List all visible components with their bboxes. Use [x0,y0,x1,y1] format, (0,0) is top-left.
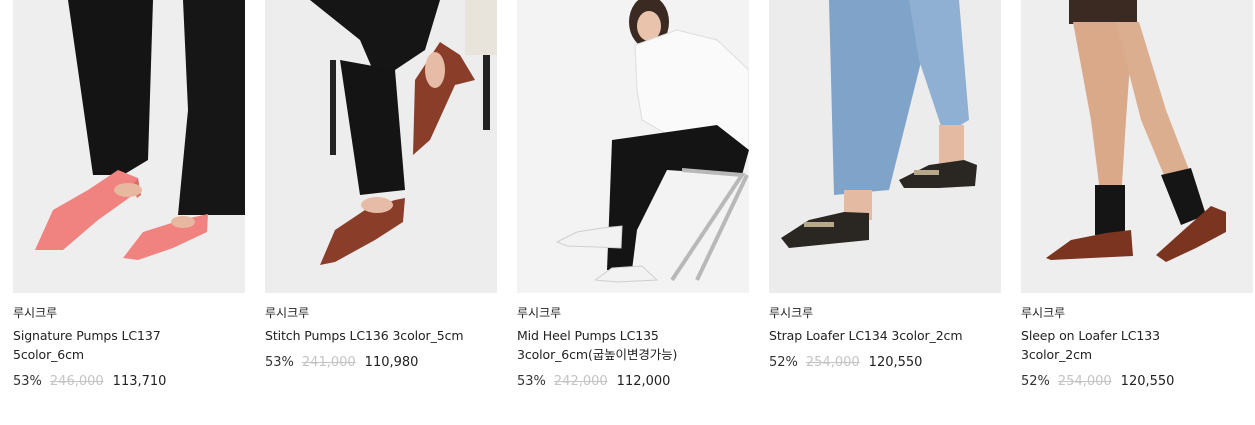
product-name-line[interactable]: 5color_6cm [13,345,245,364]
product-image[interactable] [13,0,245,293]
product-name[interactable]: Signature Pumps LC137 5color_6cm [13,326,245,364]
discount-rate: 52% [769,355,798,370]
product-name-line[interactable]: Mid Heel Pumps LC135 [517,326,749,345]
sale-price: 113,710 [112,374,167,389]
product-grid: 루시크루 Signature Pumps LC137 5color_6cm 53… [0,0,1255,425]
product-name-line[interactable]: Strap Loafer LC134 3color_2cm [769,326,1001,345]
discount-rate: 53% [265,355,294,370]
product-brand: 루시크루 [265,306,310,320]
sale-price: 120,550 [1120,374,1175,389]
product-card[interactable]: 루시크루 Stitch Pumps LC136 3color_5cm 53% 24… [265,0,497,370]
original-price: 246,000 [49,374,104,389]
sale-price: 110,980 [364,355,419,370]
discount-rate: 53% [517,374,546,389]
product-name[interactable]: Sleep on Loafer LC133 3color_2cm [1021,326,1253,364]
price-row: 53% 241,000 110,980 [265,354,418,372]
product-card[interactable]: 루시크루 Sleep on Loafer LC133 3color_2cm 52… [1021,0,1253,389]
discount-rate: 53% [13,374,42,389]
product-card[interactable]: 루시크루 Mid Heel Pumps LC135 3color_6cm(굽높이… [517,0,749,389]
product-image[interactable] [769,0,1001,293]
product-brand: 루시크루 [13,306,58,320]
product-brand: 루시크루 [1021,306,1066,320]
sale-price: 120,550 [868,355,923,370]
product-name-line[interactable]: 3color_6cm(굽높이변경가능) [517,345,749,364]
product-image[interactable] [265,0,497,293]
product-card[interactable]: 루시크루 Strap Loafer LC134 3color_2cm 52% 25… [769,0,1001,370]
price-row: 53% 246,000 113,710 [13,373,166,391]
price-row: 52% 254,000 120,550 [1021,373,1174,391]
product-name[interactable]: Stitch Pumps LC136 3color_5cm [265,326,497,345]
product-image[interactable] [1021,0,1253,293]
original-price: 241,000 [301,355,356,370]
product-brand: 루시크루 [769,306,814,320]
product-name[interactable]: Mid Heel Pumps LC135 3color_6cm(굽높이변경가능) [517,326,749,364]
price-row: 52% 254,000 120,550 [769,354,922,372]
original-price: 254,000 [805,355,860,370]
price-row: 53% 242,000 112,000 [517,373,670,391]
product-name-line[interactable]: 3color_2cm [1021,345,1253,364]
discount-rate: 52% [1021,374,1050,389]
product-name-line[interactable]: Signature Pumps LC137 [13,326,245,345]
product-name-line[interactable]: Sleep on Loafer LC133 [1021,326,1253,345]
product-name-line[interactable]: Stitch Pumps LC136 3color_5cm [265,326,497,345]
original-price: 254,000 [1057,374,1112,389]
product-image[interactable] [517,0,749,293]
product-card[interactable]: 루시크루 Signature Pumps LC137 5color_6cm 53… [13,0,245,389]
product-brand: 루시크루 [517,306,562,320]
product-name[interactable]: Strap Loafer LC134 3color_2cm [769,326,1001,345]
sale-price: 112,000 [616,374,671,389]
original-price: 242,000 [553,374,608,389]
